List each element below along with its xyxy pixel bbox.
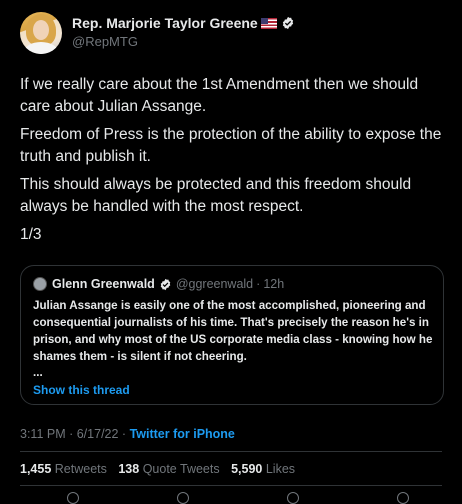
tweet-time[interactable]: 3:11 PM	[20, 427, 66, 441]
retweets-label: Retweets	[54, 462, 107, 476]
tweet-paragraph: 1/3	[20, 226, 42, 243]
likes-stat[interactable]: 5,590 Likes	[231, 462, 295, 476]
author-avatar[interactable]	[20, 12, 62, 54]
like-icon[interactable]	[287, 492, 299, 504]
quoted-tweet-card[interactable]: Glenn Greenwald @ggreenwald · 12h Julian…	[20, 265, 444, 405]
retweets-stat[interactable]: 1,455 Retweets	[20, 462, 107, 476]
tweet-paragraph: This should always be protected and this…	[20, 176, 412, 215]
quoted-tweet-time: 12h	[263, 277, 285, 291]
divider	[20, 451, 442, 452]
meta-separator: ·	[65, 427, 77, 441]
author-display-row[interactable]: Rep. Marjorie Taylor Greene	[72, 15, 295, 31]
divider	[20, 485, 442, 486]
share-icon[interactable]	[397, 492, 409, 504]
author-handle[interactable]: @RepMTG	[72, 34, 295, 49]
action-bar	[0, 492, 462, 504]
client-link[interactable]: Twitter for iPhone	[130, 427, 235, 441]
meta-separator: ·	[118, 427, 130, 441]
tweet-body: If we really care about the 1st Amendmen…	[20, 74, 450, 252]
quoted-author-avatar	[33, 277, 47, 291]
us-flag-icon	[260, 17, 277, 29]
tweet-paragraph: If we really care about the 1st Amendmen…	[20, 76, 419, 115]
quoted-tweet-header: Glenn Greenwald @ggreenwald · 12h	[33, 277, 284, 291]
quote-tweets-count: 138	[118, 462, 140, 476]
quote-tweets-stat[interactable]: 138 Quote Tweets	[118, 462, 219, 476]
author-display-name[interactable]: Rep. Marjorie Taylor Greene	[72, 15, 258, 31]
verified-badge-icon	[282, 16, 293, 30]
likes-count: 5,590	[231, 462, 263, 476]
tweet-header: Rep. Marjorie Taylor Greene @RepMTG	[20, 12, 295, 54]
quoted-author-handle: @ggreenwald	[175, 277, 254, 291]
tweet-paragraph: Freedom of Press is the protection of th…	[20, 126, 442, 165]
tweet-metadata: 3:11 PM · 6/17/22 · Twitter for iPhone	[20, 427, 235, 441]
verified-badge-icon	[160, 278, 171, 290]
quoted-author-name: Glenn Greenwald	[52, 277, 155, 291]
separator-dot: ·	[256, 277, 261, 291]
quoted-tweet-ellipsis: ...	[33, 366, 43, 379]
tweet-date[interactable]: 6/17/22	[77, 427, 119, 441]
author-names: Rep. Marjorie Taylor Greene @RepMTG	[72, 15, 295, 49]
retweet-icon[interactable]	[177, 492, 189, 504]
reply-icon[interactable]	[67, 492, 79, 504]
likes-label: Likes	[265, 462, 296, 476]
show-thread-link[interactable]: Show this thread	[33, 383, 130, 397]
quoted-tweet-text: Julian Assange is easily one of the most…	[33, 299, 433, 363]
engagement-stats: 1,455 Retweets 138 Quote Tweets 5,590 Li…	[20, 462, 295, 476]
retweets-count: 1,455	[20, 462, 52, 476]
quote-tweets-label: Quote Tweets	[142, 462, 220, 476]
